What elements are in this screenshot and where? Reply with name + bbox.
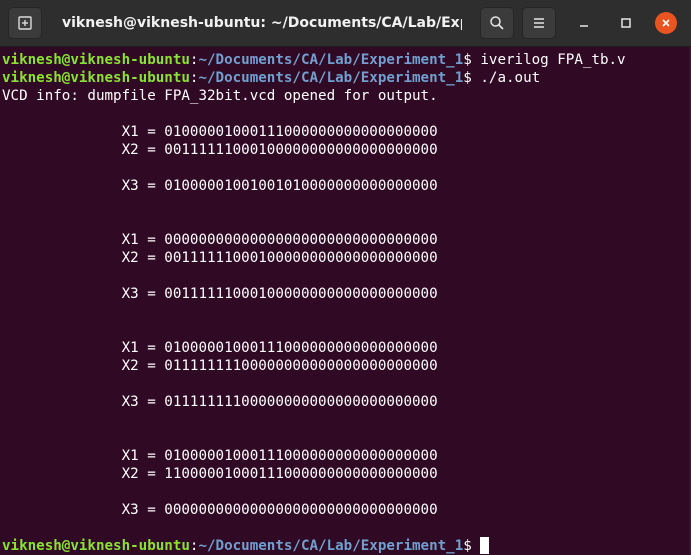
prompt-path: ~/Documents/CA/Lab/Experiment_1: [198, 70, 464, 86]
search-icon: [490, 16, 504, 30]
command-text: iverilog FPA_tb.v: [480, 52, 626, 68]
close-icon: [662, 19, 670, 27]
minimize-icon: [580, 25, 588, 27]
window-title: viknesh@viknesh-ubuntu: ~/Documents/CA/L…: [62, 15, 462, 31]
command-line: viknesh@viknesh-ubuntu:~/Documents/CA/La…: [2, 51, 691, 69]
menu-button[interactable]: [522, 7, 556, 39]
minimize-button[interactable]: [573, 12, 595, 34]
output-line: X2 = 01111111100000000000000000000000: [2, 358, 438, 374]
output-line: X2 = 00111111000100000000000000000000: [2, 250, 438, 266]
maximize-button[interactable]: [615, 12, 637, 34]
terminal-output[interactable]: viknesh@viknesh-ubuntu:~/Documents/CA/La…: [0, 47, 691, 555]
prompt-symbol: $: [463, 52, 481, 68]
output-line: X3 = 01111111100000000000000000000000: [2, 394, 438, 410]
prompt-path: ~/Documents/CA/Lab/Experiment_1: [198, 538, 464, 554]
new-tab-icon: [18, 16, 32, 30]
output-line: X3 = 00000000000000000000000000000000: [2, 502, 438, 518]
command-line: viknesh@viknesh-ubuntu:~/Documents/CA/La…: [2, 69, 691, 87]
output-line: X2 = 00111111000100000000000000000000: [2, 142, 438, 158]
search-button[interactable]: [480, 7, 514, 39]
active-prompt-line[interactable]: viknesh@viknesh-ubuntu:~/Documents/CA/La…: [2, 537, 691, 555]
prompt-symbol: $: [463, 70, 481, 86]
prompt-symbol: $: [463, 538, 481, 554]
output-line: X1 = 00000000000000000000000000000000: [2, 232, 438, 248]
text-cursor: [480, 537, 490, 554]
prompt-path: ~/Documents/CA/Lab/Experiment_1: [198, 52, 464, 68]
hamburger-menu-icon: [534, 18, 544, 28]
output-line: X3 = 00111111000100000000000000000000: [2, 286, 438, 302]
output-line: X1 = 01000001000111000000000000000000: [2, 340, 438, 356]
prompt-user: viknesh@viknesh-ubuntu: [2, 538, 190, 554]
close-button[interactable]: [655, 12, 677, 34]
new-tab-button[interactable]: [8, 7, 42, 39]
output-line: X1 = 01000001000111000000000000000000: [2, 448, 438, 464]
output-line: X3 = 01000001001001010000000000000000: [2, 178, 438, 194]
output-line: X1 = 01000001000111000000000000000000: [2, 124, 438, 140]
prompt-user: viknesh@viknesh-ubuntu: [2, 52, 190, 68]
prompt-user: viknesh@viknesh-ubuntu: [2, 70, 190, 86]
command-text: ./a.out: [480, 70, 541, 86]
title-bar[interactable]: viknesh@viknesh-ubuntu: ~/Documents/CA/L…: [0, 0, 691, 47]
output-line: X2 = 11000001000111000000000000000000: [2, 466, 438, 482]
maximize-icon: [621, 18, 631, 28]
terminal-window: viknesh@viknesh-ubuntu: ~/Documents/CA/L…: [0, 0, 691, 555]
output-line: VCD info: dumpfile FPA_32bit.vcd opened …: [2, 88, 438, 104]
